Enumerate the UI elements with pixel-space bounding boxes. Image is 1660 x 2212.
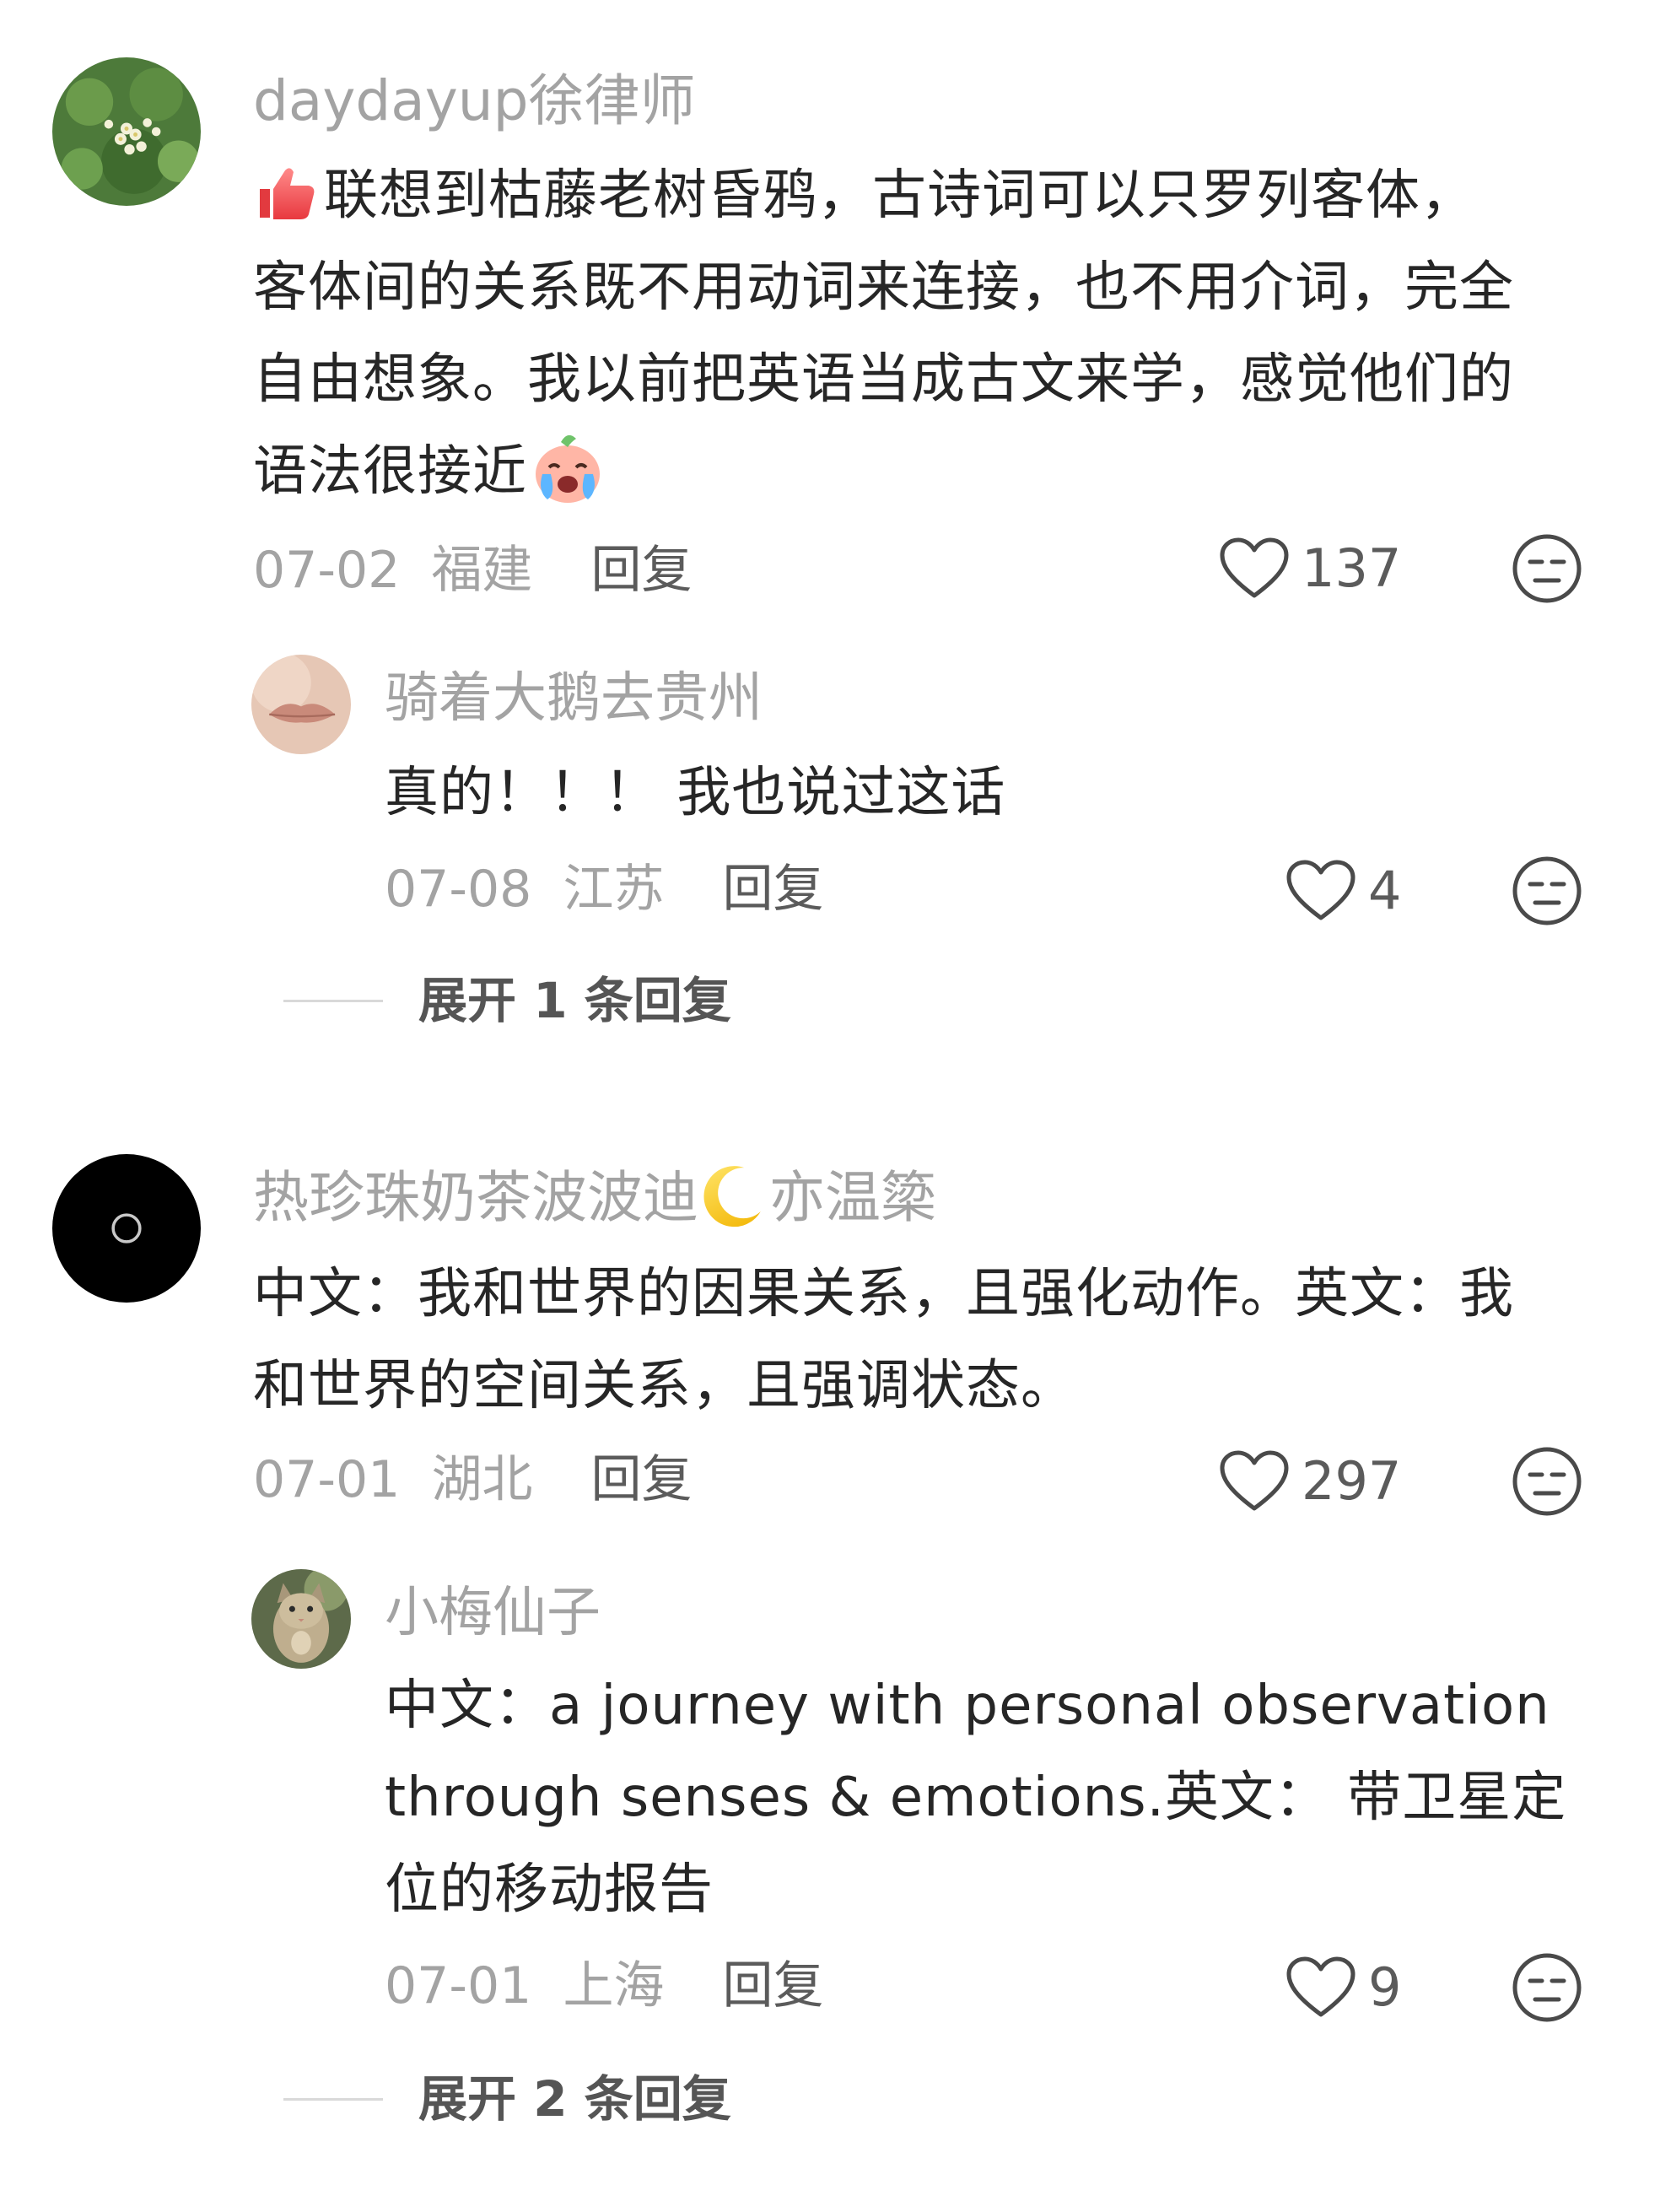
heart-icon (1220, 537, 1289, 598)
comment-text-line: 语法很接近 (253, 426, 1514, 518)
avatar[interactable] (251, 655, 351, 754)
like-count: 9 (1368, 1956, 1402, 2018)
comment-location: 江苏 (563, 860, 665, 919)
comment-meta: 07-08 江苏 回复 (385, 859, 824, 920)
like-button[interactable]: 4 (1285, 859, 1401, 923)
comment-location: 上海 (563, 1956, 665, 2015)
comment-meta: 07-01 湖北 回复 (253, 1449, 693, 1510)
expand-replies-label: 展开 2 条回复 (418, 2070, 731, 2128)
crying-face-icon (527, 427, 608, 508)
comment-text: 中文：a journey with personal observation t… (385, 1660, 1566, 1936)
dislike-button[interactable] (1512, 533, 1582, 604)
like-button[interactable]: 137 (1219, 537, 1401, 601)
username[interactable]: daydayup徐律师 (253, 67, 696, 135)
username[interactable]: 骑着大鹅去贵州 (385, 665, 763, 732)
comment-text: 联想到枯藤老树昏鸦，古诗词可以只罗列客体， 客体间的关系既不用动词来连接，也不用… (253, 150, 1514, 518)
dislike-face-icon (1512, 856, 1582, 925)
comment-text-line: 和世界的空间关系，且强调状态。 (253, 1355, 1075, 1417)
heart-icon (1286, 1956, 1355, 2017)
like-count: 297 (1302, 1450, 1402, 1512)
dislike-button[interactable] (1512, 855, 1582, 926)
like-count: 4 (1368, 860, 1402, 921)
comment-text-line: 真的！！！ 我也说过这话 (385, 762, 1006, 824)
cat-avatar-image (251, 1569, 351, 1669)
comment-text-line: 中文：我和世界的因果关系，且强化动作。英文：我 (253, 1263, 1514, 1325)
comment-text-line: 客体间的关系既不用动词来连接，也不用介词，完全 (253, 256, 1514, 319)
avatar[interactable] (52, 1154, 201, 1303)
comment-text: 中文：我和世界的因果关系，且强化动作。英文：我 和世界的空间关系，且强调状态。 (253, 1249, 1514, 1432)
comment-location: 湖北 (431, 1450, 533, 1509)
comment-text-line: 联想到枯藤老树昏鸦，古诗词可以只罗列客体， (253, 150, 1514, 242)
divider-line (283, 2097, 383, 2101)
dislike-face-icon (1512, 1953, 1582, 2022)
comment-date: 07-01 (253, 1450, 401, 1509)
dislike-button[interactable] (1512, 1952, 1582, 2023)
expand-replies-button[interactable]: 展开 1 条回复 (283, 970, 731, 1031)
comment-meta: 07-01 上海 回复 (385, 1956, 824, 2016)
comment-date: 07-08 (385, 860, 532, 919)
username[interactable]: 热珍珠奶茶波波迪 亦温簗 (253, 1164, 936, 1237)
comment-date: 07-02 (253, 541, 401, 600)
reply-button[interactable]: 回复 (723, 1956, 824, 2015)
reply-button[interactable]: 回复 (591, 1450, 693, 1509)
username-part: 亦温簗 (769, 1165, 936, 1230)
comment-text-line: 自由想象。我以前把英语当成古文来学，感觉他们的 (253, 348, 1514, 411)
dislike-face-icon (1512, 1447, 1582, 1516)
comment-location: 福建 (431, 541, 533, 600)
thumbs-up-icon (253, 164, 321, 223)
dislike-face-icon (1512, 534, 1582, 603)
lips-avatar-image (251, 655, 351, 754)
expand-replies-button[interactable]: 展开 2 条回复 (283, 2069, 731, 2129)
dislike-button[interactable] (1512, 1446, 1582, 1517)
divider-line (283, 999, 383, 1002)
flower-avatar-image (52, 57, 201, 206)
comment-meta: 07-02 福建 回复 (253, 540, 693, 601)
comment-text: 真的！！！ 我也说过这话 (385, 747, 1005, 839)
like-button[interactable]: 297 (1219, 1449, 1401, 1513)
comment-text-line: through senses & emotions.英文： 带卫星定 (385, 1767, 1567, 1829)
heart-icon (1220, 1450, 1289, 1511)
expand-replies-label: 展开 1 条回复 (418, 972, 731, 1029)
username[interactable]: 小梅仙子 (385, 1579, 601, 1647)
comment-text-line: 中文：a journey with personal observation (385, 1675, 1550, 1737)
comment-date: 07-01 (385, 1956, 532, 2015)
like-count: 137 (1302, 537, 1402, 599)
eclipse-avatar-image (52, 1154, 201, 1303)
username-part: 热珍珠奶茶波波迪 (253, 1165, 698, 1230)
reply-button[interactable]: 回复 (723, 860, 824, 919)
like-button[interactable]: 9 (1285, 1956, 1401, 2020)
avatar[interactable] (52, 57, 201, 206)
heart-icon (1286, 860, 1355, 920)
avatar[interactable] (251, 1569, 351, 1669)
comment-text-line: 位的移动报告 (385, 1859, 714, 1921)
crescent-moon-icon (698, 1161, 769, 1232)
reply-button[interactable]: 回复 (591, 541, 693, 600)
